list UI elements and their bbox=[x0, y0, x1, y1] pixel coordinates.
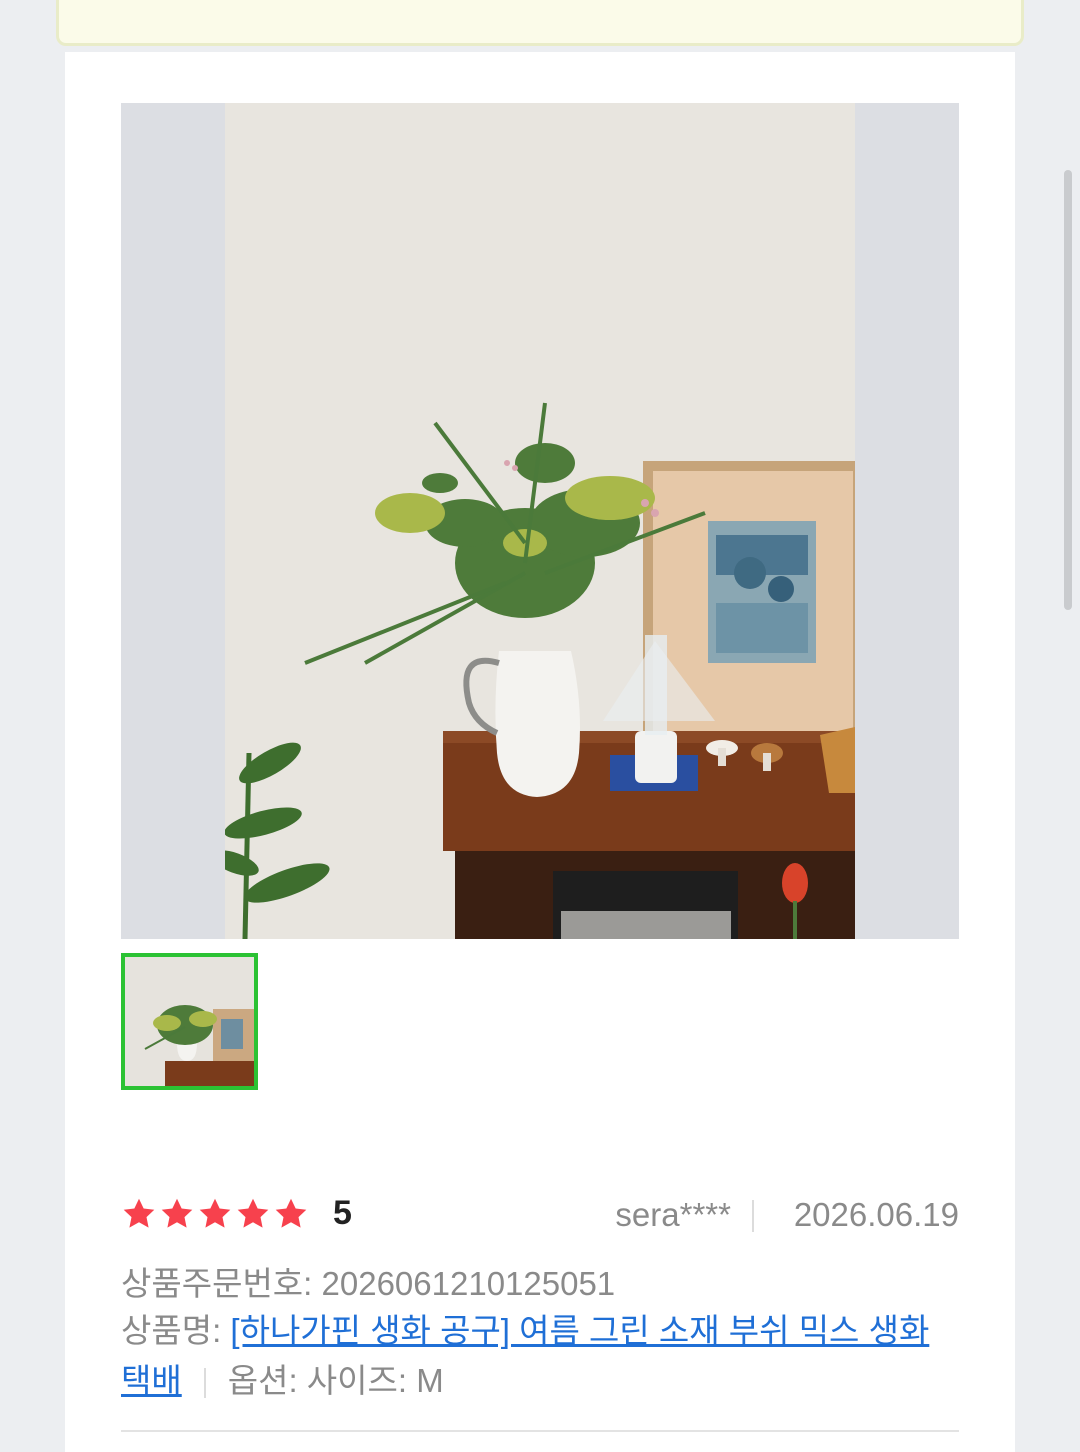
product-option-divider bbox=[203, 1368, 206, 1399]
scrollbar-thumb[interactable] bbox=[1064, 170, 1072, 610]
order-number-value: 2026061210125051 bbox=[321, 1265, 616, 1302]
order-number-label: 상품주문번호: bbox=[121, 1265, 313, 1302]
star-icon bbox=[237, 1198, 269, 1228]
order-number-line: 상품주문번호: 2026061210125051 bbox=[121, 1257, 615, 1305]
rating-value: 5 bbox=[333, 1194, 352, 1232]
review-author: sera**** bbox=[615, 1196, 731, 1233]
product-option: 옵션: 사이즈: M bbox=[227, 1362, 444, 1399]
star-rating bbox=[121, 1196, 309, 1232]
star-icon bbox=[275, 1198, 307, 1228]
star-icon bbox=[199, 1198, 231, 1228]
product-line: 상품명: [하나가핀 생화 공구] 여름 그린 소재 부쉬 믹스 생화 택배 옵션… bbox=[121, 1306, 959, 1406]
photo-illustration bbox=[211, 103, 855, 939]
review-date: 2026.06.19 bbox=[793, 1196, 959, 1233]
photo-scene bbox=[211, 103, 855, 939]
meta-divider bbox=[752, 1200, 754, 1232]
product-name-label: 상품명: bbox=[121, 1312, 222, 1349]
review-meta-row: 5 sera**** 2026.06.19 bbox=[121, 1192, 959, 1238]
photo-thumbnail-selected[interactable] bbox=[121, 953, 258, 1090]
review-bottom-divider bbox=[121, 1430, 959, 1432]
review-photo[interactable] bbox=[121, 103, 959, 939]
star-icon bbox=[161, 1198, 193, 1228]
star-icon bbox=[123, 1198, 155, 1228]
thumbnail-image bbox=[125, 957, 254, 1086]
top-banner bbox=[56, 0, 1024, 46]
